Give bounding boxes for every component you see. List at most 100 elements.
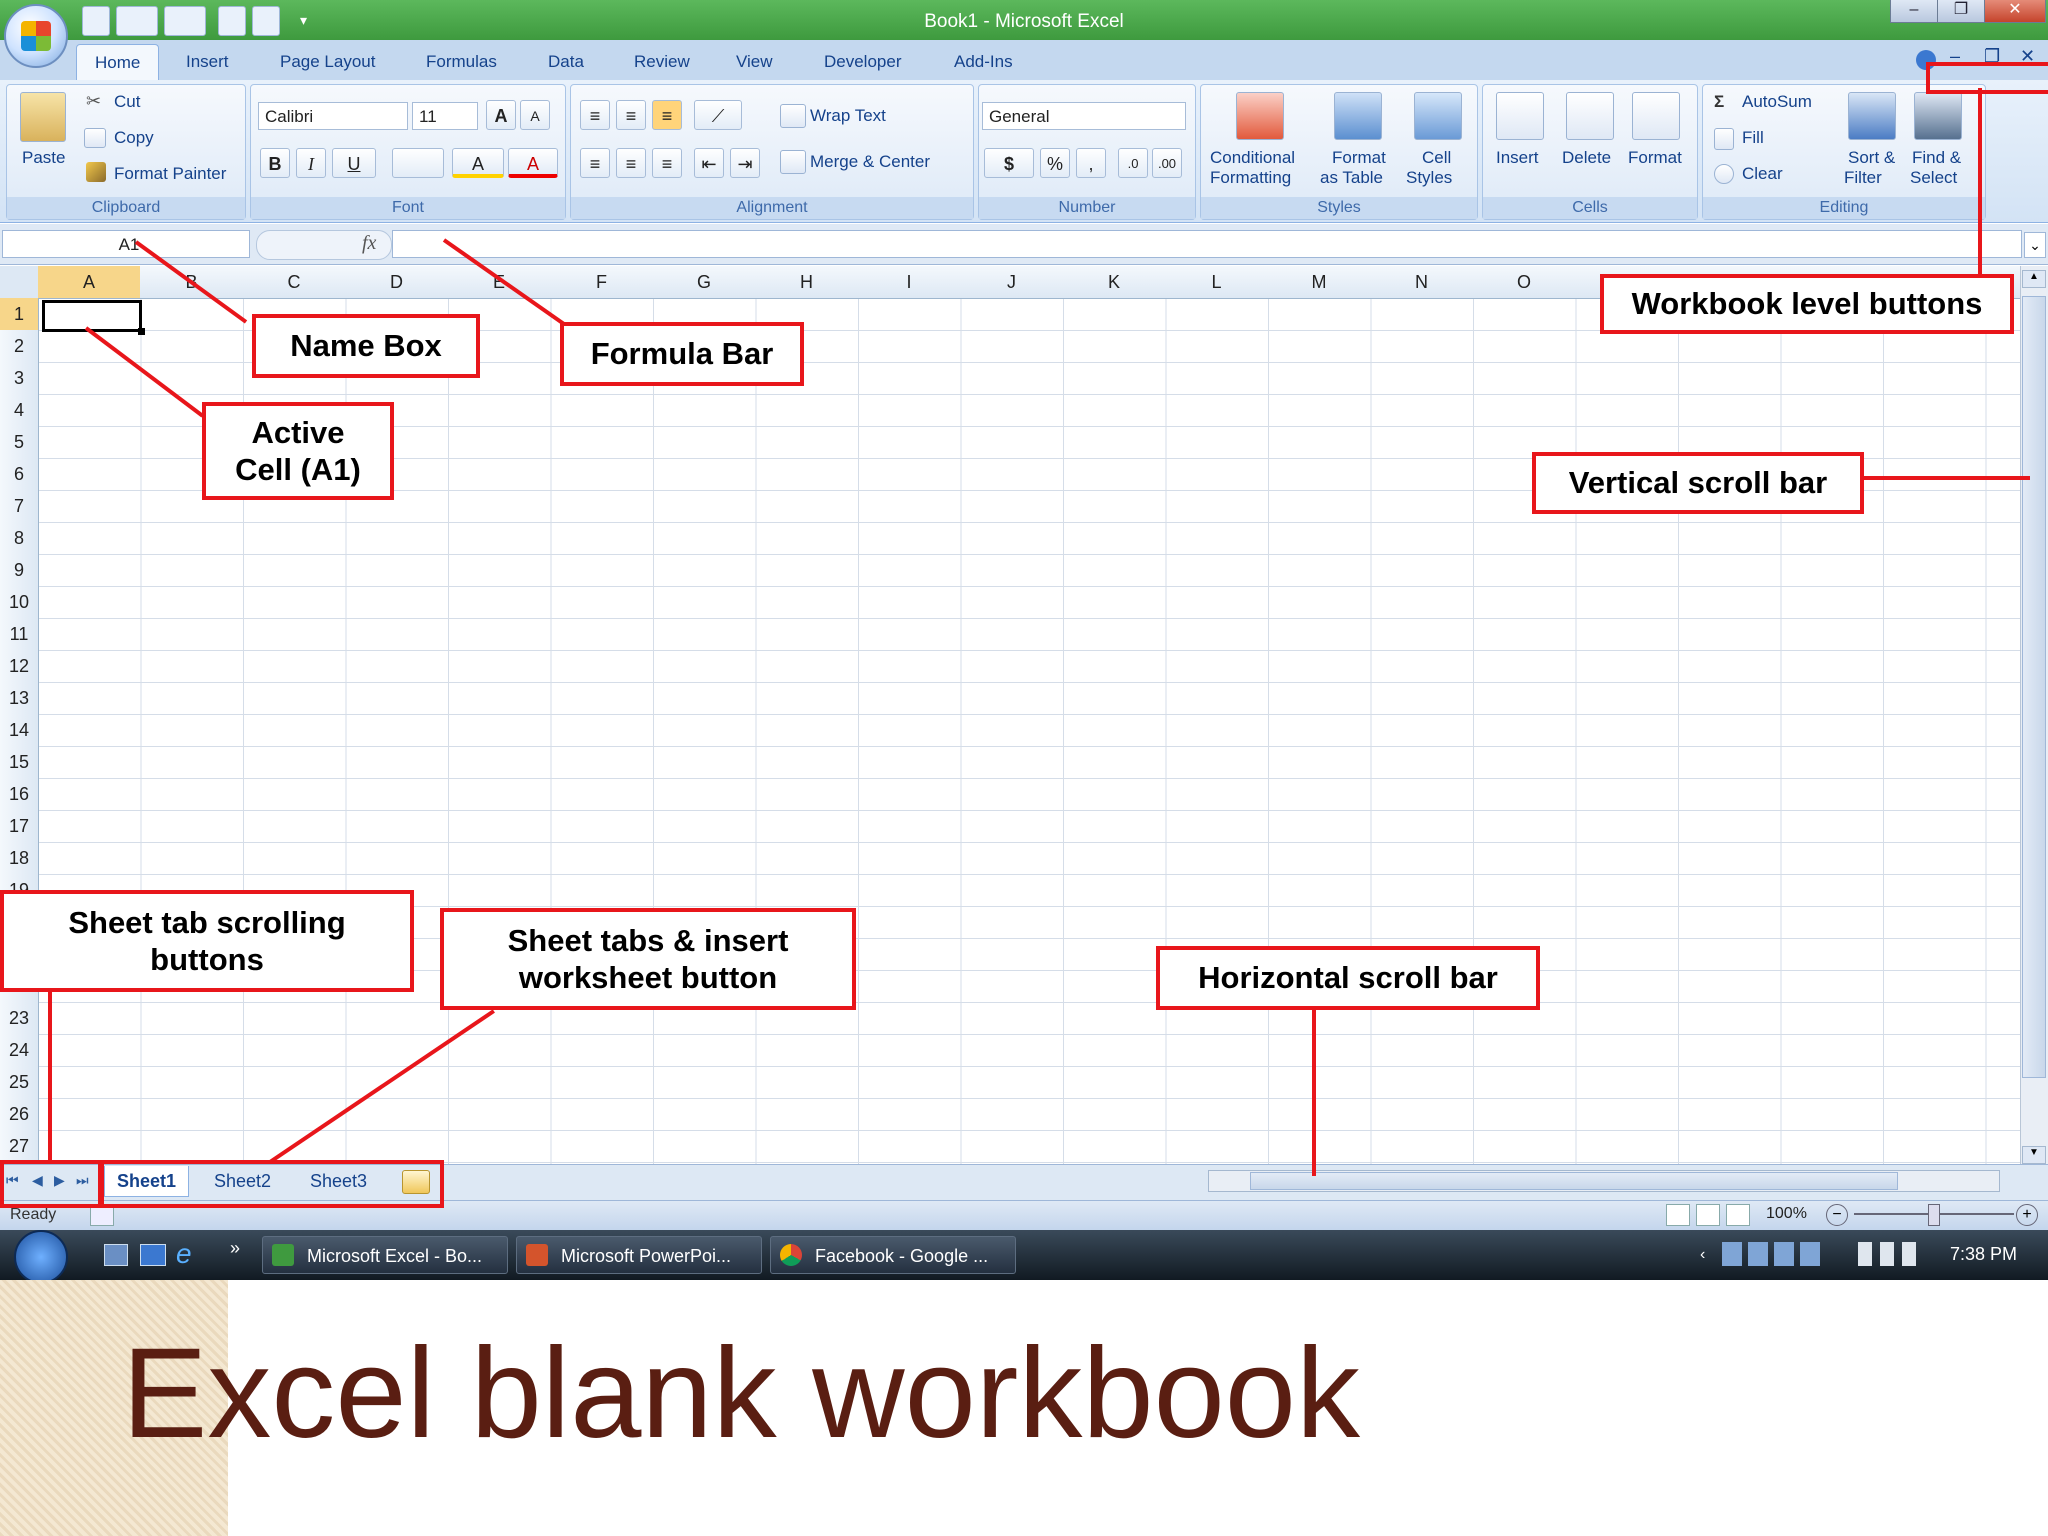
row-header-1[interactable]: 1 <box>0 298 38 330</box>
row-header-5[interactable]: 5 <box>0 426 38 458</box>
window-close-button[interactable]: ✕ <box>1984 0 2046 23</box>
row-header-11[interactable]: 11 <box>0 618 38 650</box>
conditional-formatting-label-2[interactable]: Formatting <box>1210 168 1291 188</box>
borders-icon[interactable] <box>392 148 444 178</box>
paste-icon[interactable] <box>20 92 66 142</box>
format-as-table-label-1[interactable]: Format <box>1332 148 1386 168</box>
merge-center-button[interactable]: Merge & Center <box>810 152 930 172</box>
cell-styles-label-1[interactable]: Cell <box>1422 148 1451 168</box>
row-header-24[interactable]: 24 <box>0 1034 38 1066</box>
column-header-f[interactable]: F <box>551 266 653 298</box>
column-header-k[interactable]: K <box>1063 266 1165 298</box>
insert-cells-icon[interactable] <box>1496 92 1544 140</box>
internet-explorer-icon[interactable]: e <box>176 1238 192 1270</box>
taskbar-item-excel[interactable]: Microsoft Excel - Bo... <box>262 1236 508 1274</box>
row-header-13[interactable]: 13 <box>0 682 38 714</box>
page-layout-view-icon[interactable] <box>1696 1204 1720 1226</box>
zoom-out-icon[interactable]: − <box>1826 1204 1848 1226</box>
paste-button[interactable]: Paste <box>22 148 65 168</box>
cell-styles-icon[interactable] <box>1414 92 1462 140</box>
find-select-label-2[interactable]: Select <box>1910 168 1957 188</box>
underline-button[interactable]: U <box>332 148 376 178</box>
sort-filter-icon[interactable] <box>1848 92 1896 140</box>
print-preview-icon[interactable] <box>218 6 246 36</box>
find-select-icon[interactable] <box>1914 92 1962 140</box>
tab-developer[interactable]: Developer <box>806 44 920 80</box>
increase-decimal-button[interactable]: .0 <box>1118 148 1148 178</box>
zoom-in-icon[interactable]: + <box>2016 1204 2038 1226</box>
tab-review[interactable]: Review <box>616 44 708 80</box>
cut-icon[interactable]: ✂ <box>86 92 104 110</box>
number-format-select[interactable]: General <box>982 102 1186 130</box>
bold-button[interactable]: B <box>260 148 290 178</box>
wrap-text-icon[interactable] <box>780 104 806 128</box>
tray-expand-icon[interactable]: ‹ <box>1700 1246 1705 1264</box>
active-cell[interactable] <box>42 300 142 332</box>
show-desktop-icon[interactable] <box>104 1244 128 1266</box>
scroll-up-icon[interactable]: ▲ <box>2022 270 2046 288</box>
align-right-icon[interactable]: ≡ <box>652 148 682 178</box>
system-tray-icons[interactable] <box>1722 1242 1822 1266</box>
window-restore-button[interactable]: ❐ <box>1937 0 1985 23</box>
row-header-26[interactable]: 26 <box>0 1098 38 1130</box>
percent-button[interactable]: % <box>1040 148 1070 178</box>
taskbar-item-chrome[interactable]: Facebook - Google ... <box>770 1236 1016 1274</box>
sort-filter-label-2[interactable]: Filter <box>1844 168 1882 188</box>
align-center-icon[interactable]: ≡ <box>616 148 646 178</box>
column-header-m[interactable]: M <box>1268 266 1370 298</box>
decrease-indent-icon[interactable]: ⇤ <box>694 148 724 178</box>
find-select-label-1[interactable]: Find & <box>1912 148 1961 168</box>
row-header-3[interactable]: 3 <box>0 362 38 394</box>
taskbar-item-powerpoint[interactable]: Microsoft PowerPoi... <box>516 1236 762 1274</box>
fill-icon[interactable] <box>1714 128 1734 150</box>
start-button[interactable] <box>14 1230 68 1284</box>
sort-filter-label-1[interactable]: Sort & <box>1848 148 1895 168</box>
select-all-button[interactable] <box>0 266 39 298</box>
column-header-n[interactable]: N <box>1371 266 1473 298</box>
undo-icon[interactable] <box>116 6 158 36</box>
row-header-27[interactable]: 27 <box>0 1130 38 1162</box>
align-bottom-icon[interactable]: ≡ <box>652 100 682 130</box>
zoom-level[interactable]: 100% <box>1766 1205 1807 1223</box>
clear-button[interactable]: Clear <box>1742 164 1783 184</box>
format-cells-icon[interactable] <box>1632 92 1680 140</box>
column-header-e[interactable]: E <box>448 266 550 298</box>
row-header-18[interactable]: 18 <box>0 842 38 874</box>
save-icon[interactable] <box>82 6 110 36</box>
fill-handle[interactable] <box>138 328 145 335</box>
column-header-a[interactable]: A <box>38 266 140 298</box>
normal-view-icon[interactable] <box>1666 1204 1690 1226</box>
print-icon[interactable] <box>252 6 280 36</box>
copy-button[interactable]: Copy <box>114 128 154 148</box>
row-header-17[interactable]: 17 <box>0 810 38 842</box>
scroll-down-icon[interactable]: ▼ <box>2022 1146 2046 1164</box>
increase-indent-icon[interactable]: ⇥ <box>730 148 760 178</box>
column-header-g[interactable]: G <box>653 266 755 298</box>
font-name-select[interactable]: Calibri <box>258 102 408 130</box>
horizontal-scroll-thumb[interactable] <box>1250 1172 1898 1190</box>
font-size-select[interactable]: 11 <box>412 102 478 130</box>
customize-qat-icon[interactable]: ▾ <box>300 6 318 34</box>
italic-button[interactable]: I <box>296 148 326 178</box>
wrap-text-button[interactable]: Wrap Text <box>810 106 886 126</box>
column-header-i[interactable]: I <box>858 266 960 298</box>
currency-button[interactable]: $ <box>984 148 1034 178</box>
format-cells-button[interactable]: Format <box>1628 148 1682 168</box>
shrink-font-button[interactable]: A <box>520 100 550 130</box>
clock[interactable]: 7:38 PM <box>1950 1244 2017 1265</box>
switch-windows-icon[interactable] <box>140 1244 166 1266</box>
orientation-icon[interactable]: ⟋ <box>694 100 742 130</box>
row-header-6[interactable]: 6 <box>0 458 38 490</box>
row-header-25[interactable]: 25 <box>0 1066 38 1098</box>
format-as-table-label-2[interactable]: as Table <box>1320 168 1383 188</box>
row-header-23[interactable]: 23 <box>0 1002 38 1034</box>
row-header-12[interactable]: 12 <box>0 650 38 682</box>
align-middle-icon[interactable]: ≡ <box>616 100 646 130</box>
worksheet-grid[interactable] <box>0 266 2020 1164</box>
redo-icon[interactable] <box>164 6 206 36</box>
tab-add-ins[interactable]: Add-Ins <box>936 44 1031 80</box>
column-header-o[interactable]: O <box>1473 266 1575 298</box>
decrease-decimal-button[interactable]: .00 <box>1152 148 1182 178</box>
row-header-16[interactable]: 16 <box>0 778 38 810</box>
row-header-15[interactable]: 15 <box>0 746 38 778</box>
